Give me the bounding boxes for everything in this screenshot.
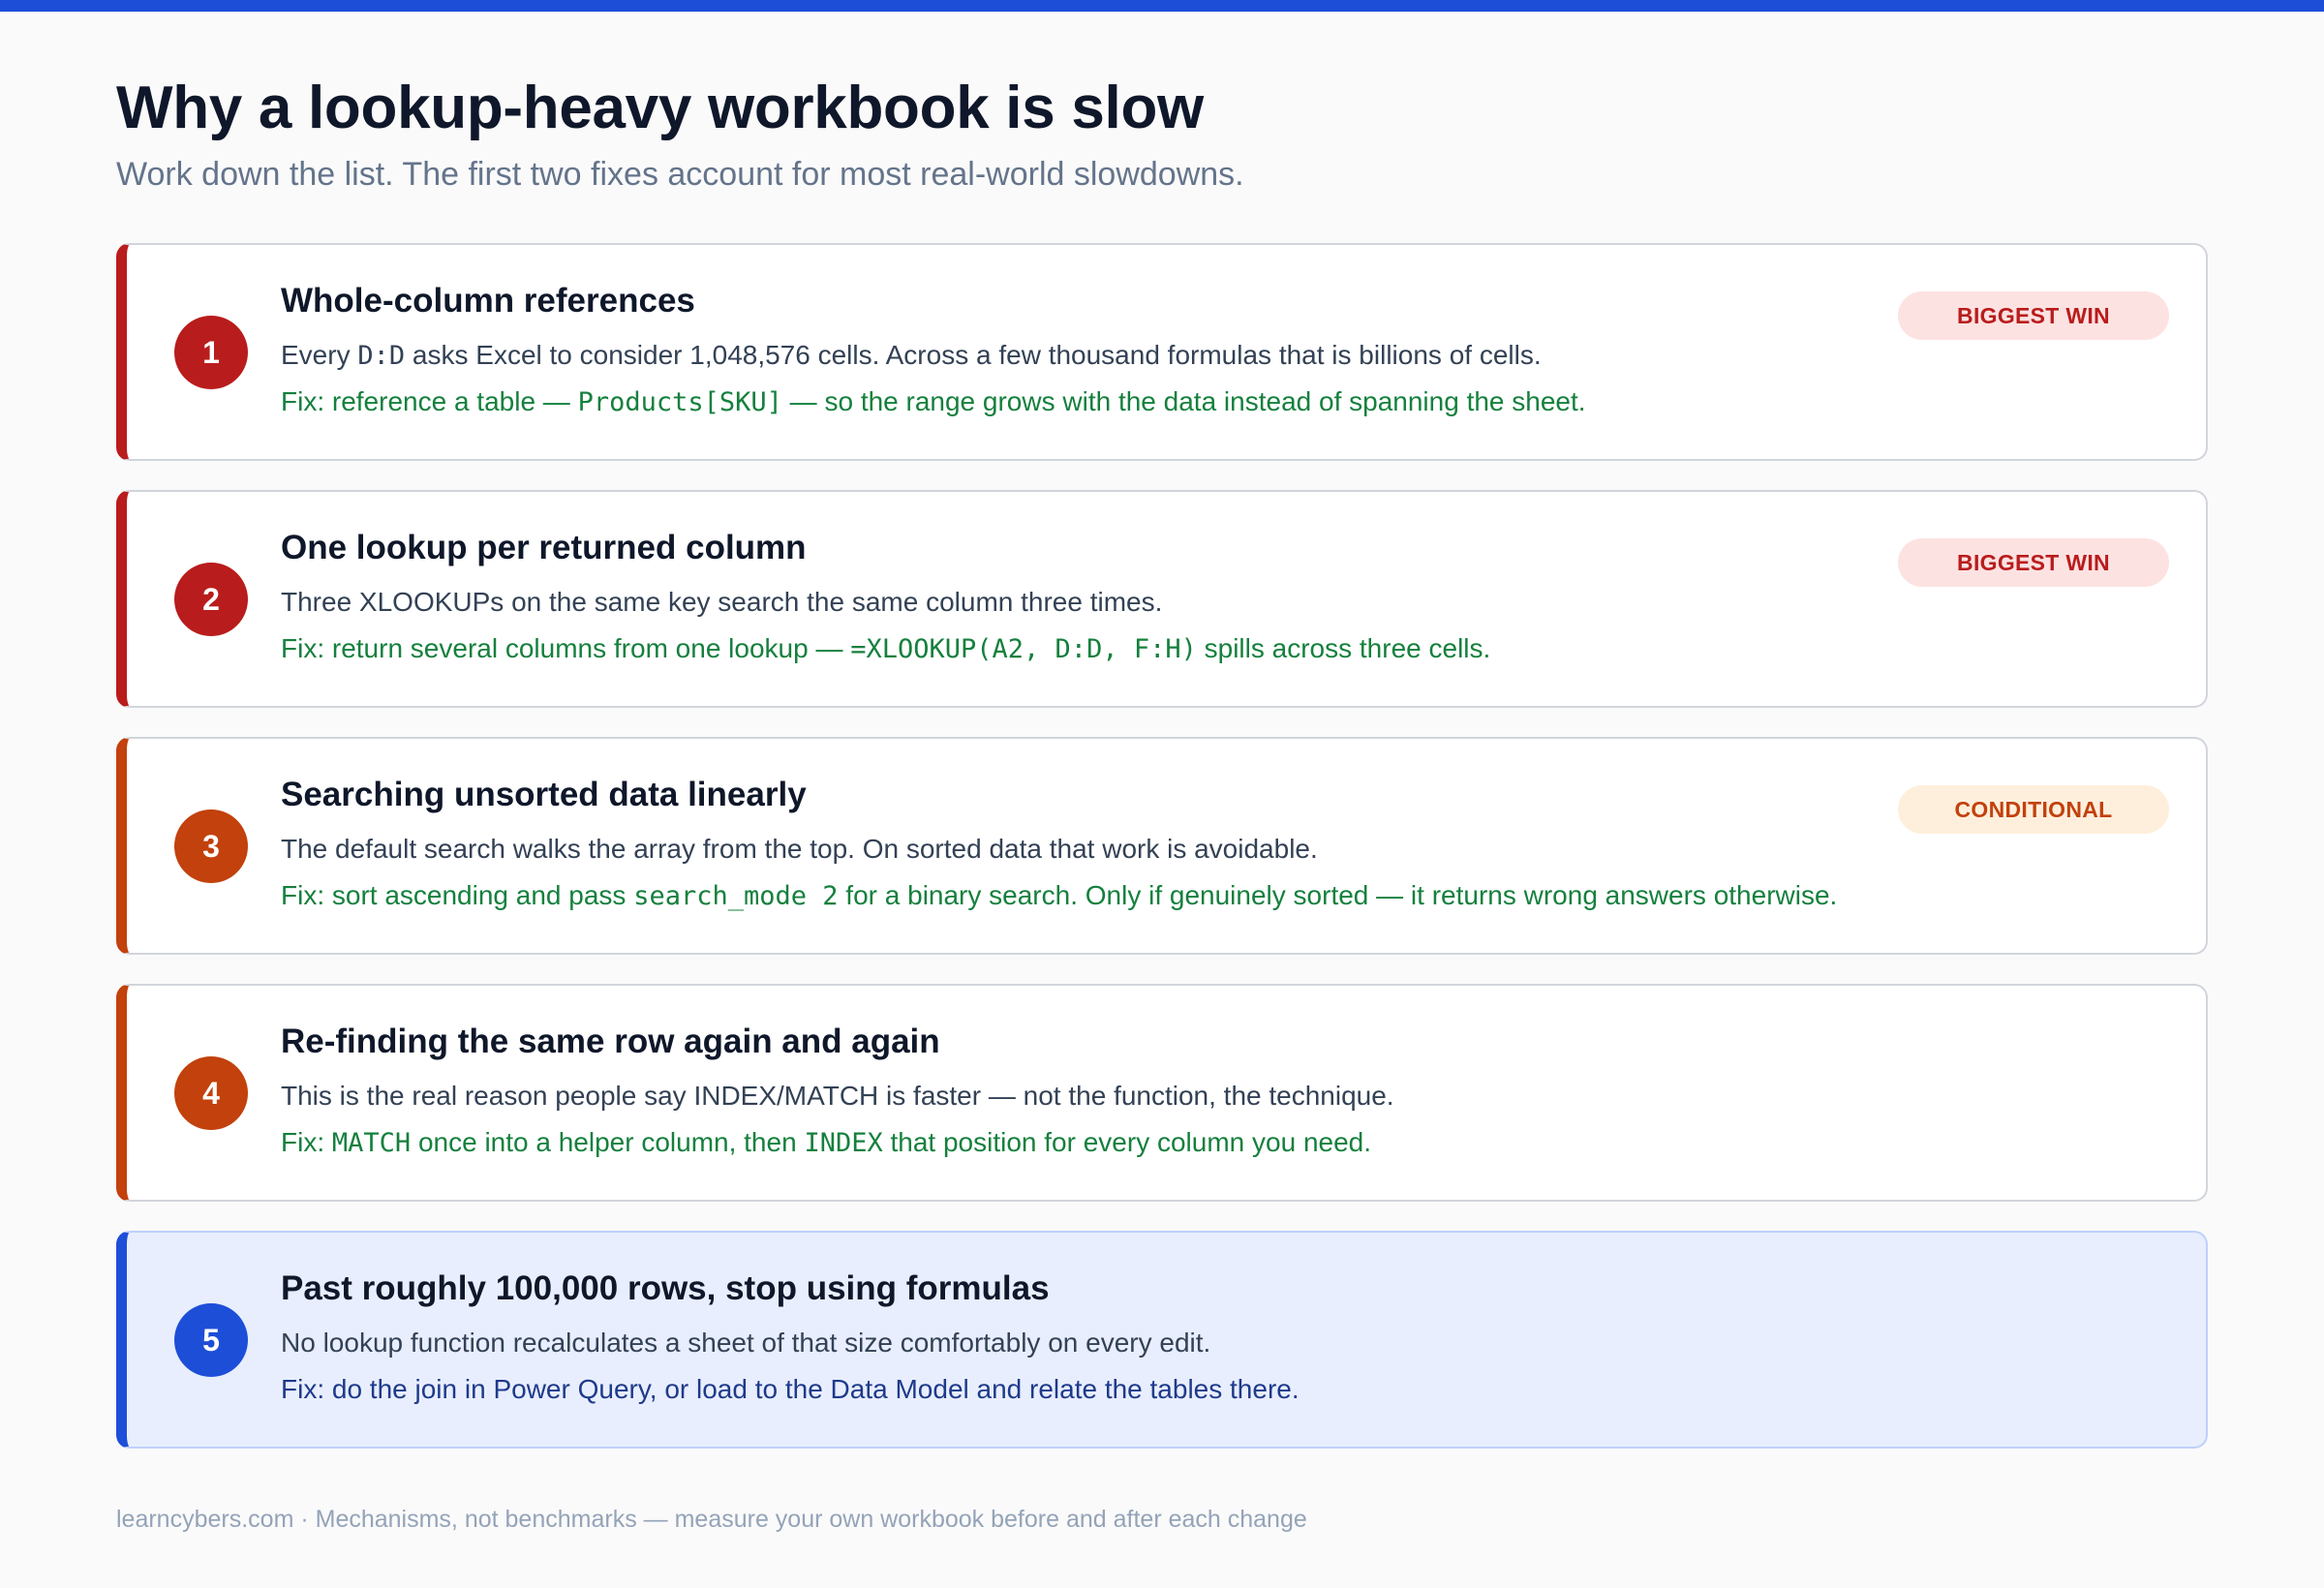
- card-description: Every D:D asks Excel to consider 1,048,5…: [281, 337, 1542, 375]
- card-fix: Fix: return several columns from one loo…: [281, 630, 1490, 668]
- description-text: Every: [281, 340, 358, 370]
- step-number-badge: 4: [174, 1056, 248, 1130]
- step-number-badge: 5: [174, 1303, 248, 1377]
- fix-card-stop-using-formulas: 5 Past roughly 100,000 rows, stop using …: [116, 1231, 2208, 1449]
- inline-code: D:D: [357, 341, 406, 371]
- card-title: Past roughly 100,000 rows, stop using fo…: [281, 1269, 1050, 1307]
- fix-card-refinding-same-row: 4 Re-finding the same row again and agai…: [116, 984, 2208, 1202]
- card-title: Re-finding the same row again and again: [281, 1023, 940, 1060]
- fix-text: Fix:: [281, 1127, 332, 1157]
- inline-code: Products[SKU]: [577, 387, 782, 417]
- fix-list: 1 Whole-column references BIGGEST WIN Ev…: [116, 243, 2208, 1478]
- card-fix: Fix: reference a table — Products[SKU] —…: [281, 383, 1586, 421]
- fix-card-one-lookup-per-column: 2 One lookup per returned column BIGGEST…: [116, 490, 2208, 708]
- inline-code: =XLOOKUP(A2, D:D, F:H): [850, 634, 1197, 664]
- card-fix: Fix: MATCH once into a helper column, th…: [281, 1124, 1371, 1162]
- step-number-badge: 3: [174, 809, 248, 883]
- fix-text: that position for every column you need.: [882, 1127, 1372, 1157]
- impact-badge: CONDITIONAL: [1898, 785, 2169, 834]
- fix-text: Fix: reference a table —: [281, 386, 578, 416]
- step-number-badge: 2: [174, 563, 248, 636]
- card-description: The default search walks the array from …: [281, 834, 1318, 864]
- inline-code: MATCH: [331, 1128, 412, 1158]
- fix-card-unsorted-linear-search: 3 Searching unsorted data linearly CONDI…: [116, 737, 2208, 955]
- footer-note: learncybers.com · Mechanisms, not benchm…: [116, 1506, 1307, 1533]
- card-title: Searching unsorted data linearly: [281, 776, 807, 813]
- card-title: Whole-column references: [281, 282, 695, 320]
- description-text: asks Excel to consider 1,048,576 cells. …: [405, 340, 1542, 370]
- inline-code: INDEX: [804, 1128, 883, 1158]
- impact-badge: BIGGEST WIN: [1898, 538, 2169, 587]
- impact-badge: BIGGEST WIN: [1898, 291, 2169, 340]
- fix-text: — so the range grows with the data inste…: [781, 386, 1586, 416]
- page-title: Why a lookup-heavy workbook is slow: [116, 75, 1204, 141]
- card-fix: Fix: sort ascending and pass search_mode…: [281, 877, 1837, 915]
- fix-text: Fix: return several columns from one loo…: [281, 633, 851, 663]
- step-number-badge: 1: [174, 316, 248, 389]
- card-description: This is the real reason people say INDEX…: [281, 1081, 1394, 1111]
- fix-text: Fix: sort ascending and pass: [281, 880, 634, 910]
- card-description: Three XLOOKUPs on the same key search th…: [281, 587, 1163, 617]
- fix-text: for a binary search. Only if genuinely s…: [838, 880, 1838, 910]
- card-description: No lookup function recalculates a sheet …: [281, 1328, 1211, 1358]
- card-fix: Fix: do the join in Power Query, or load…: [281, 1374, 1300, 1404]
- inline-code: search_mode 2: [633, 881, 839, 911]
- fix-card-whole-column-references: 1 Whole-column references BIGGEST WIN Ev…: [116, 243, 2208, 461]
- fix-text: once into a helper column, then: [411, 1127, 805, 1157]
- top-accent-bar: [0, 0, 2324, 12]
- fix-text: spills across three cells.: [1196, 633, 1491, 663]
- card-title: One lookup per returned column: [281, 529, 807, 566]
- page-subtitle: Work down the list. The first two fixes …: [116, 156, 1244, 193]
